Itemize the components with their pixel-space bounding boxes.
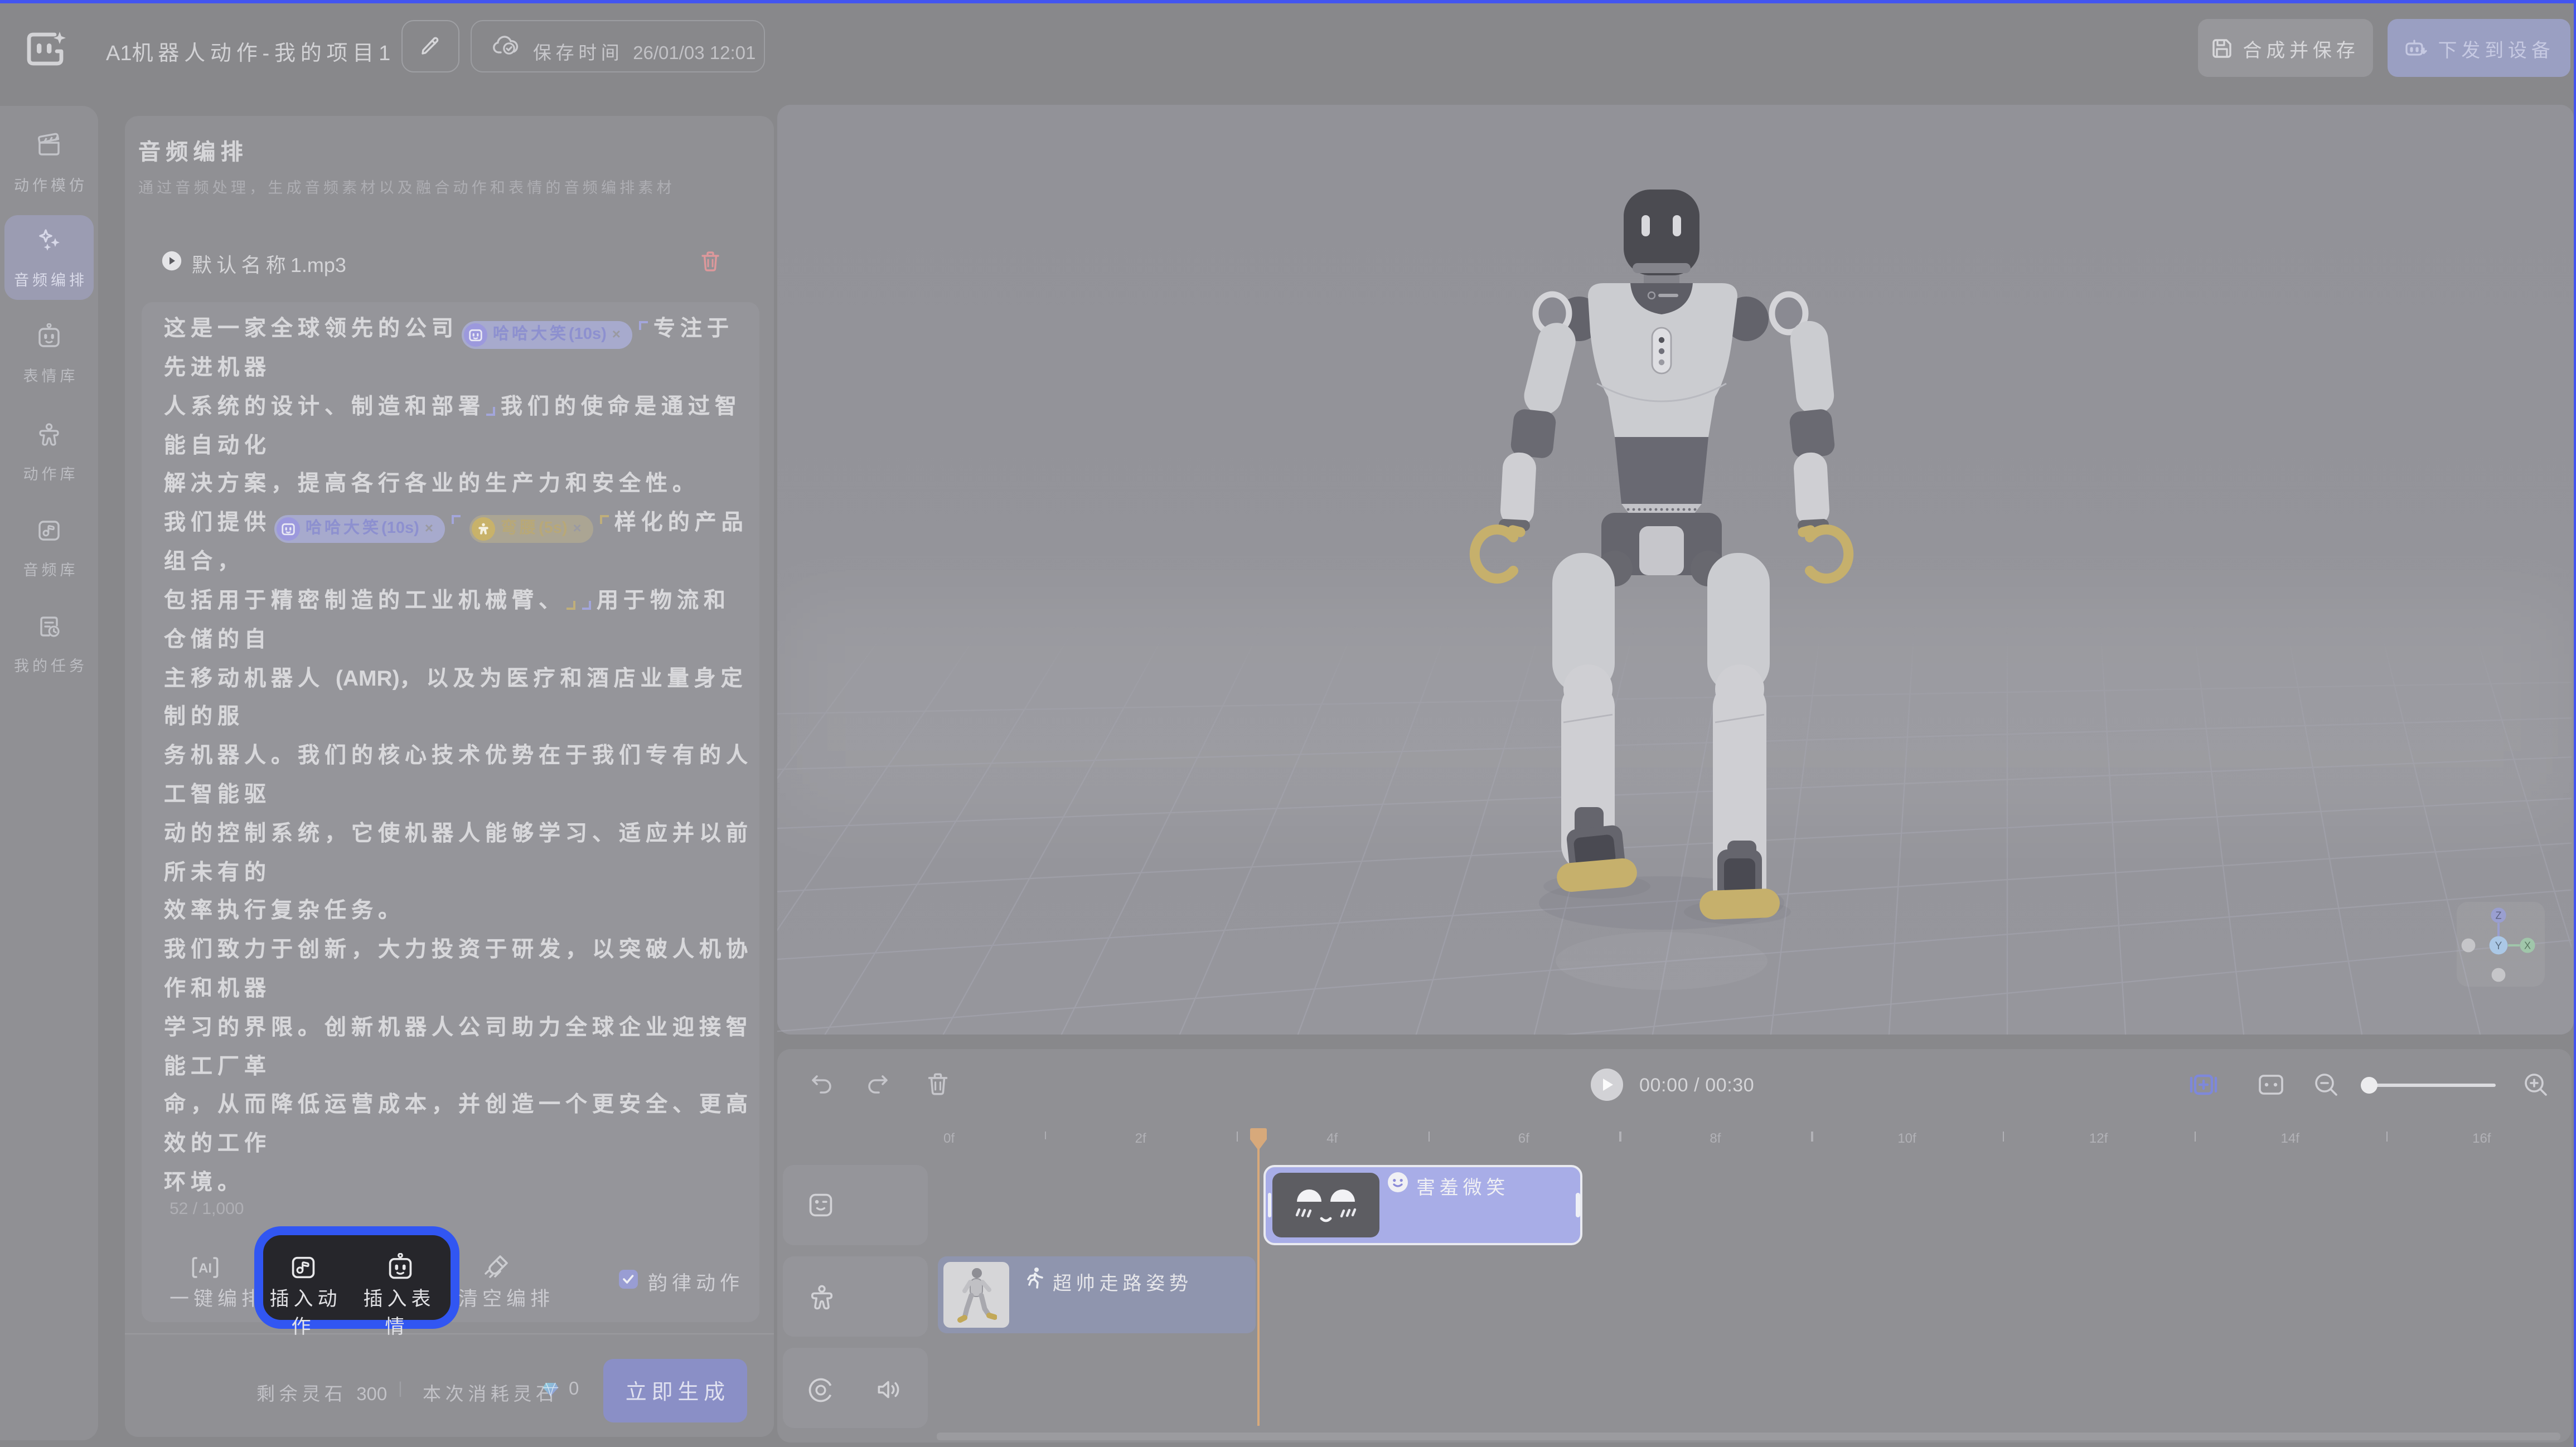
svg-text:AI: AI — [198, 1261, 212, 1276]
svg-text:Z: Z — [2496, 910, 2502, 921]
svg-text:Y: Y — [2495, 940, 2502, 952]
svg-text:X: X — [2524, 940, 2531, 951]
